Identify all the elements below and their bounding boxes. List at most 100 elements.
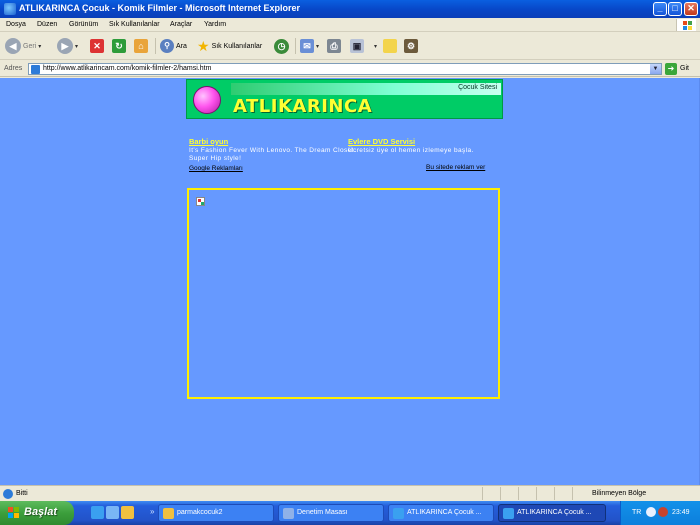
site-logo[interactable]: ATLIKARINCA xyxy=(233,96,372,117)
address-bar: Adres http://www.atlikarincam.com/komik-… xyxy=(0,61,700,77)
clock[interactable]: 23:49 xyxy=(672,509,690,516)
start-button[interactable]: Başlat xyxy=(0,501,74,525)
edit-button[interactable]: ▣ ▾ xyxy=(350,37,377,55)
address-url[interactable]: http://www.atlikarincam.com/komik-filmle… xyxy=(43,65,211,72)
print-button[interactable]: ⎙ xyxy=(327,37,341,55)
edit-page-icon: ▣ xyxy=(350,39,364,53)
status-bar: Bitti Bilinmeyen Bölge xyxy=(0,485,700,501)
quicklaunch-more[interactable]: » xyxy=(150,507,154,516)
tray-network-icon[interactable] xyxy=(646,507,656,517)
ad-title-link[interactable]: Evlere DVD Servisi xyxy=(348,137,518,146)
home-icon: ⌂ xyxy=(134,39,148,53)
refresh-button[interactable]: ↻ xyxy=(112,37,126,55)
folder-quicklaunch-icon[interactable] xyxy=(121,506,134,519)
start-label: Başlat xyxy=(24,506,58,518)
taskbar-item-label: Denetim Masası xyxy=(297,509,348,516)
address-dropdown-icon[interactable]: ▼ xyxy=(650,64,661,74)
status-divider xyxy=(518,487,519,500)
menu-edit[interactable]: Düzen xyxy=(37,21,57,28)
windows-flag-icon xyxy=(676,19,696,31)
tray-security-icon[interactable] xyxy=(658,507,668,517)
menu-view[interactable]: Görünüm xyxy=(69,21,98,28)
advertise-link[interactable]: Bu sitede reklam ver xyxy=(426,164,485,171)
toolbar-separator xyxy=(155,38,156,54)
site-banner[interactable]: Çocuk Sitesi ATLIKARINCA xyxy=(186,79,503,119)
close-button[interactable]: ✕ xyxy=(684,2,698,16)
messenger-icon: ⚙ xyxy=(404,39,418,53)
ad-item: Barbi oyun It's Fashion Fever With Lenov… xyxy=(189,137,359,163)
minimize-button[interactable]: _ xyxy=(653,2,667,16)
menu-file[interactable]: Dosya xyxy=(6,21,26,28)
maximize-button[interactable]: □ xyxy=(668,2,682,16)
taskbar: Başlat » parmakcocuk2 Denetim Masası ATL… xyxy=(0,501,700,525)
status-divider xyxy=(572,487,573,500)
go-arrow-icon[interactable]: ➜ xyxy=(665,63,677,75)
taskbar-item-active[interactable]: ATLIKARINCA Çocuk ... xyxy=(498,504,606,522)
ad-description: It's Fashion Fever With Lenovo. The Drea… xyxy=(189,147,357,162)
go-button[interactable]: Git xyxy=(680,65,689,72)
forward-button[interactable]: ▶ ▾ xyxy=(57,37,78,55)
home-button[interactable]: ⌂ xyxy=(134,37,148,55)
chevron-down-icon: ▾ xyxy=(75,43,79,50)
history-button[interactable]: ◷ xyxy=(274,37,289,55)
control-panel-icon xyxy=(283,508,294,519)
discuss-button[interactable] xyxy=(383,37,397,55)
language-indicator[interactable]: TR xyxy=(632,509,641,516)
flash-embed-frame[interactable] xyxy=(187,188,500,399)
search-button[interactable]: ⚲ Ara xyxy=(160,37,187,55)
status-text: Bitti xyxy=(16,490,28,497)
ie-app-icon[interactable] xyxy=(4,3,16,15)
windows-flag-icon xyxy=(8,507,20,519)
page-icon xyxy=(31,65,40,74)
ie-quicklaunch-icon[interactable] xyxy=(91,506,104,519)
ad-description: Ücretsiz üye ol hemen izlemeye başla. xyxy=(348,147,474,154)
ie-icon xyxy=(503,508,514,519)
security-zone-label: Bilinmeyen Bölge xyxy=(592,490,647,497)
desktop-quicklaunch-icon[interactable] xyxy=(106,506,119,519)
ad-item: Evlere DVD Servisi Ücretsiz üye ol hemen… xyxy=(348,137,518,155)
mail-button[interactable]: ✉ ▾ xyxy=(300,37,319,55)
taskbar-item[interactable]: parmakcocuk2 xyxy=(158,504,274,522)
status-divider xyxy=(554,487,555,500)
page-viewport[interactable]: Çocuk Sitesi ATLIKARINCA Barbi oyun It's… xyxy=(0,78,700,485)
favorites-label: Sık Kullanılanlar xyxy=(211,42,263,50)
folder-icon xyxy=(163,508,174,519)
back-label: Geri xyxy=(23,42,37,50)
back-button[interactable]: ◀ Geri ▾ xyxy=(5,37,41,55)
back-arrow-icon: ◀ xyxy=(5,38,21,54)
status-divider xyxy=(482,487,483,500)
address-input[interactable]: http://www.atlikarincam.com/komik-filmle… xyxy=(28,63,662,75)
system-tray: TR 23:49 xyxy=(620,501,700,525)
ad-title-link[interactable]: Barbi oyun xyxy=(189,137,359,146)
taskbar-item-label: parmakcocuk2 xyxy=(177,509,223,516)
menu-help[interactable]: Yardım xyxy=(204,21,226,28)
address-label: Adres xyxy=(4,65,23,72)
google-ads-link[interactable]: Google Reklamları xyxy=(189,165,243,172)
taskbar-item[interactable]: Denetim Masası xyxy=(278,504,384,522)
taskbar-item[interactable]: ATLIKARINCA Çocuk ... xyxy=(388,504,494,522)
forward-arrow-icon: ▶ xyxy=(57,38,73,54)
window-title: ATLIKARINCA Çocuk - Komik Filmler - Micr… xyxy=(19,3,301,13)
star-icon: ★ xyxy=(197,37,210,54)
mail-icon: ✉ xyxy=(300,39,314,53)
chevron-down-icon: ▾ xyxy=(316,43,320,50)
favorites-button[interactable]: ★ Sık Kullanılanlar xyxy=(197,37,262,55)
title-bar[interactable]: ATLIKARINCA Çocuk - Komik Filmler - Micr… xyxy=(0,0,700,18)
menu-tools[interactable]: Araçlar xyxy=(170,21,192,28)
toolbar: ◀ Geri ▾ ▶ ▾ ✕ ↻ ⌂ ⚲ Ara ★ Sık Kullanıla… xyxy=(0,32,700,60)
taskbar-item-label: ATLIKARINCA Çocuk ... xyxy=(407,509,482,516)
stop-icon: ✕ xyxy=(90,39,104,53)
messenger-button[interactable]: ⚙ xyxy=(404,37,418,55)
banner-strip: Çocuk Sitesi xyxy=(231,83,501,95)
search-icon: ⚲ xyxy=(160,39,174,53)
chevron-down-icon: ▾ xyxy=(38,43,42,50)
status-divider xyxy=(536,487,537,500)
toolbar-separator xyxy=(295,38,296,54)
menu-favorites[interactable]: Sık Kullanılanlar xyxy=(109,21,160,28)
broken-plugin-icon xyxy=(196,197,205,206)
printer-icon: ⎙ xyxy=(327,39,341,53)
taskbar-item-label: ATLIKARINCA Çocuk ... xyxy=(517,509,592,516)
stop-button[interactable]: ✕ xyxy=(90,37,104,55)
status-divider xyxy=(500,487,501,500)
ie-icon xyxy=(393,508,404,519)
